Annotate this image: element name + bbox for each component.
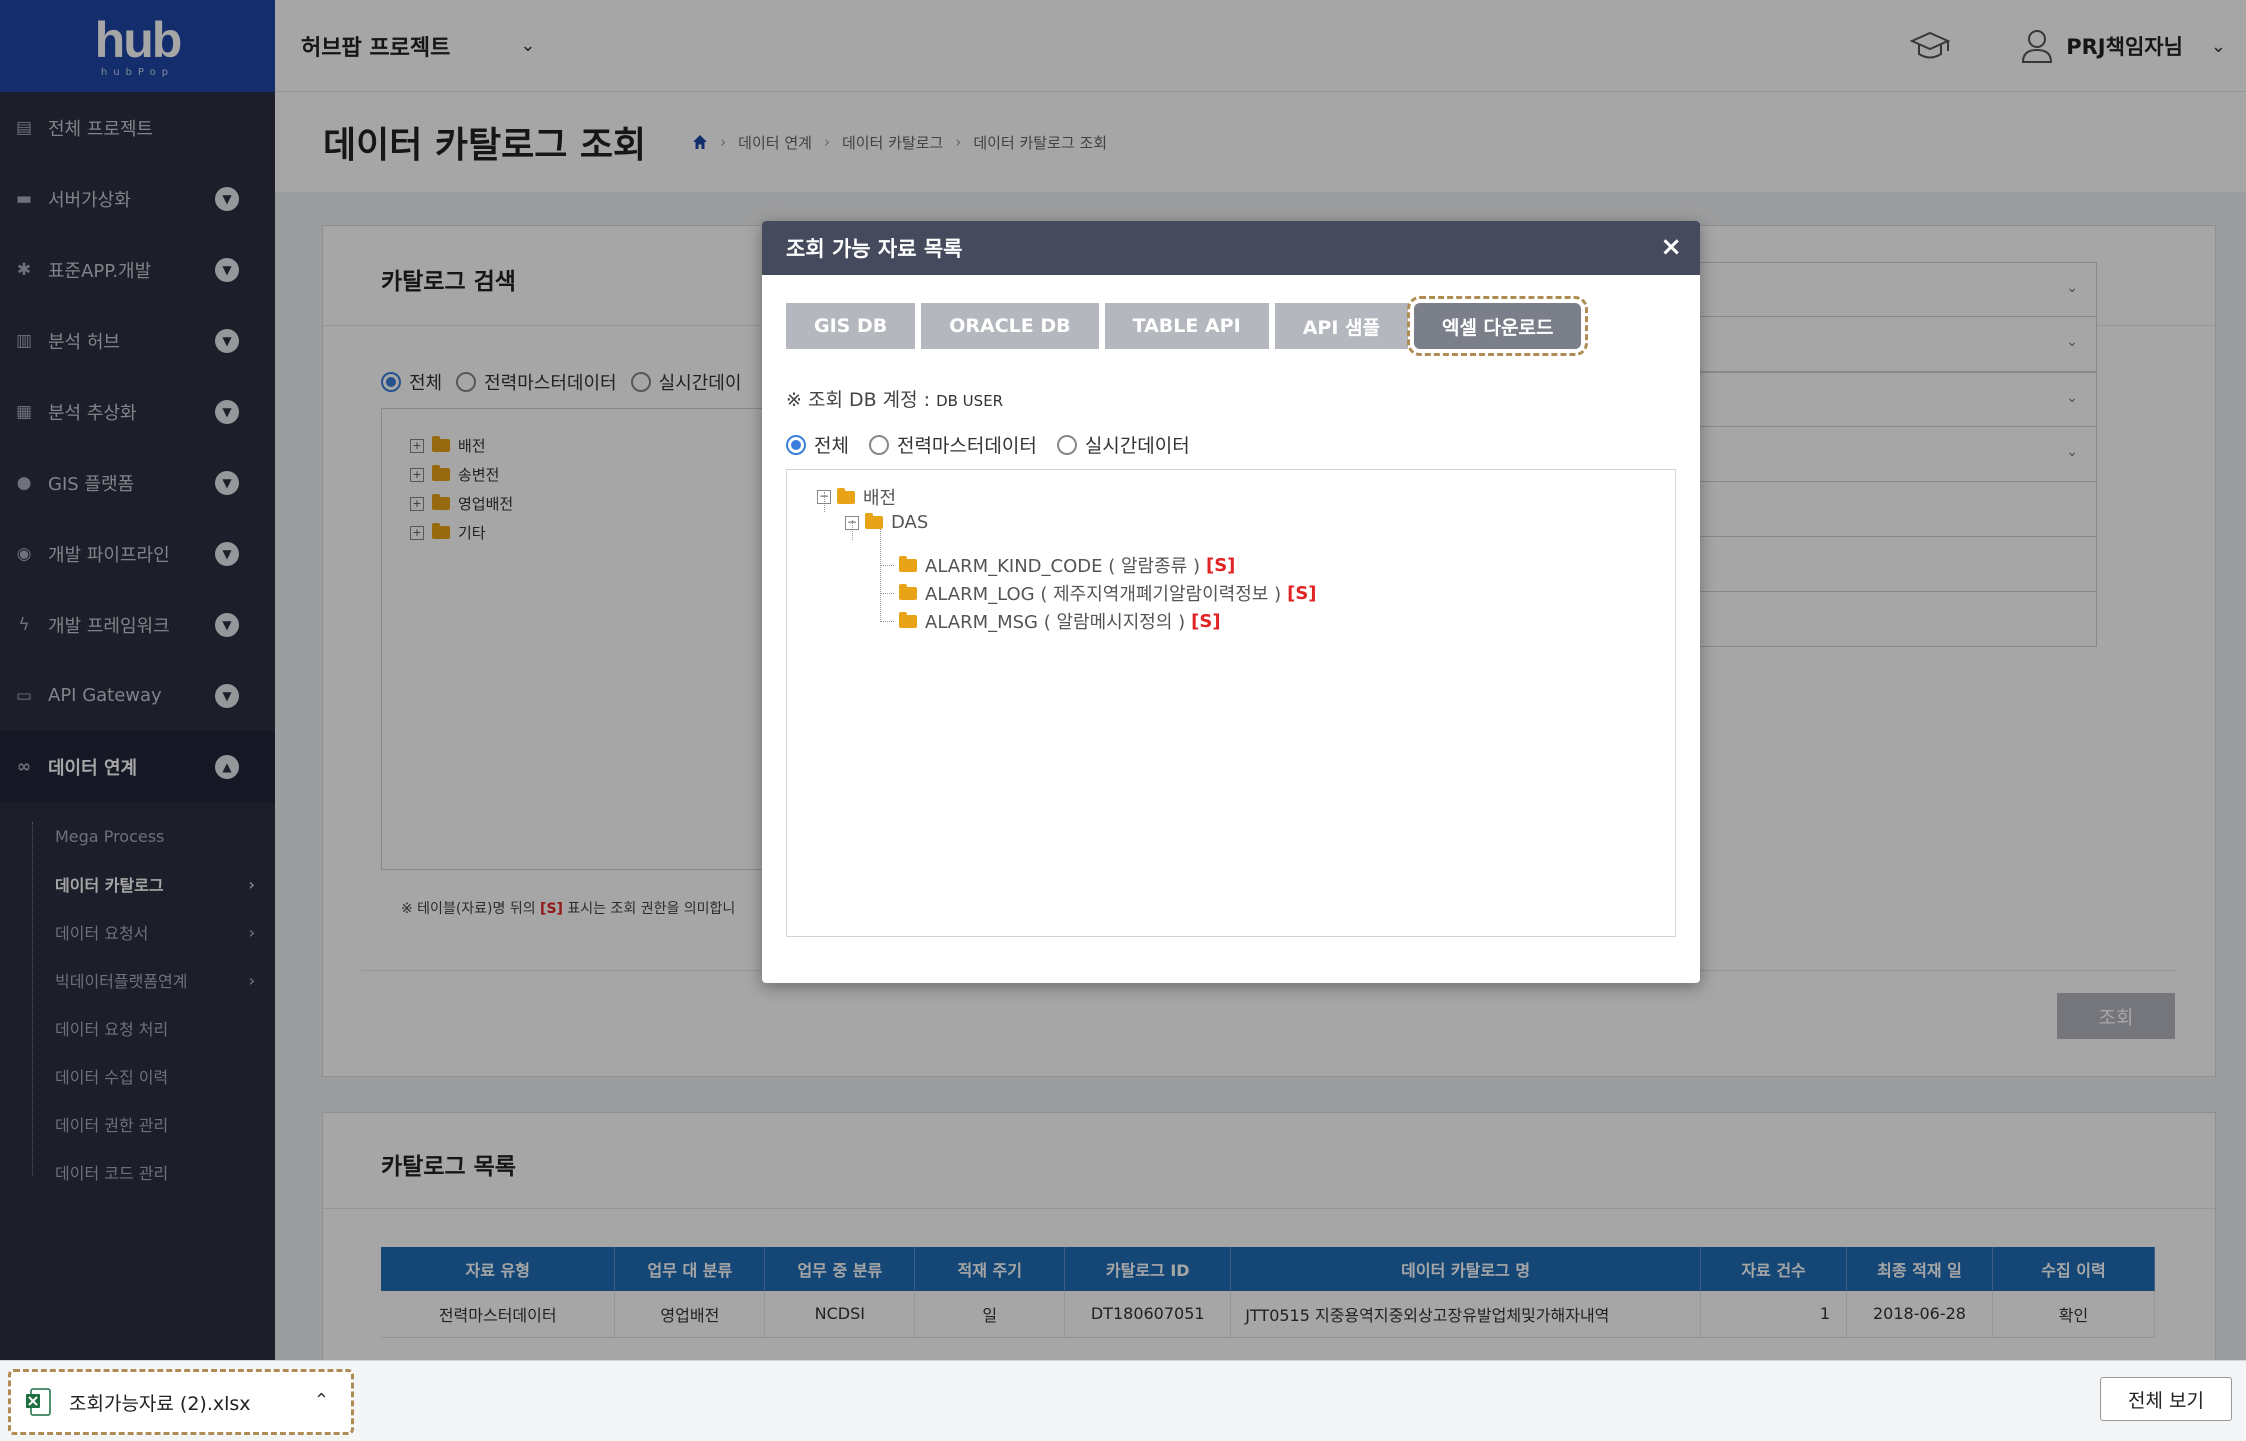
tree-node-label: DAS (891, 512, 929, 533)
tab-api-sample[interactable]: API 샘플 (1274, 303, 1408, 349)
folder-icon (837, 487, 855, 504)
permission-tag: [S] (1191, 610, 1221, 632)
tree-leaf[interactable]: ALARM_LOG ( 제주지역개폐기알람이력정보 ) [S] (899, 580, 1317, 606)
close-icon[interactable]: × (1660, 233, 1682, 261)
folder-icon (899, 555, 917, 572)
db-account-info: ※ 조회 DB 계정 : DB USER (786, 385, 1003, 412)
available-data-tree: − 배전 − DAS ALARM_KIND_CODE ( 알람종류 ) [S] ALA… (786, 469, 1676, 937)
tree-connector (880, 526, 881, 622)
tree-node-root[interactable]: − 배전 (817, 484, 896, 510)
modal-radio-group: 전체 전력마스터데이터 실시간데이터 (786, 431, 1210, 458)
permission-tag: [S] (1205, 554, 1236, 576)
tab-gis-db[interactable]: GIS DB (786, 303, 916, 349)
tree-node-child[interactable]: − DAS (845, 512, 928, 533)
radio-label: 전체 (814, 435, 849, 457)
permission-tag: [S] (1287, 582, 1317, 604)
tree-connector (880, 621, 894, 622)
folder-icon (899, 583, 917, 600)
excel-download-button[interactable]: 엑셀 다운로드 (1406, 296, 1589, 356)
modal-tab-row: GIS DB ORACLE DB TABLE API API 샘플 엑셀 다운로… (786, 296, 1589, 356)
db-account-label: ※ 조회 DB 계정 : (786, 389, 931, 411)
excel-file-icon (26, 1388, 51, 1416)
radio-realtime[interactable]: 실시간데이터 (1056, 431, 1190, 458)
radio-power-master[interactable]: 전력마스터데이터 (868, 431, 1037, 458)
radio-all[interactable]: 전체 (786, 431, 849, 458)
tree-leaf-label: ALARM_MSG ( 알람메시지정의 ) (925, 612, 1186, 633)
chevron-up-icon[interactable]: ⌃ (314, 1390, 329, 1411)
collapse-icon[interactable]: − (845, 515, 859, 530)
download-item[interactable]: 조회가능자료 (2).xlsx ⌃ (8, 1369, 354, 1435)
tree-leaf[interactable]: ALARM_MSG ( 알람메시지정의 ) [S] (899, 608, 1221, 634)
radio-button[interactable] (1056, 434, 1077, 455)
radio-label: 전력마스터데이터 (896, 435, 1037, 457)
tree-node-label: 배전 (863, 488, 897, 509)
tab-table-api[interactable]: TABLE API (1104, 303, 1269, 349)
folder-icon (899, 611, 917, 628)
folder-icon (865, 513, 883, 529)
download-bar: 조회가능자료 (2).xlsx ⌃ 전체 보기 (0, 1360, 2246, 1441)
tree-connector (880, 565, 894, 566)
modal-header: 조회 가능 자료 목록 × (762, 221, 1700, 275)
db-account-value: DB USER (936, 392, 1004, 410)
download-file-name[interactable]: 조회가능자료 (2).xlsx (69, 1389, 251, 1416)
tree-leaf-label: ALARM_KIND_CODE ( 알람종류 ) (925, 556, 1200, 577)
show-all-downloads-button[interactable]: 전체 보기 (2100, 1377, 2232, 1421)
modal-title: 조회 가능 자료 목록 (786, 237, 963, 261)
collapse-icon[interactable]: − (817, 490, 831, 504)
radio-label: 실시간데이터 (1084, 435, 1190, 457)
tree-leaf-label: ALARM_LOG ( 제주지역개폐기알람이력정보 ) (925, 584, 1282, 605)
tree-leaf[interactable]: ALARM_KIND_CODE ( 알람종류 ) [S] (899, 552, 1235, 578)
available-data-modal: 조회 가능 자료 목록 × GIS DB ORACLE DB TABLE API… (762, 221, 1700, 983)
tab-oracle-db[interactable]: ORACLE DB (921, 303, 1099, 349)
radio-button-checked[interactable] (786, 434, 806, 455)
tree-connector (880, 593, 894, 594)
radio-button[interactable] (868, 434, 889, 455)
